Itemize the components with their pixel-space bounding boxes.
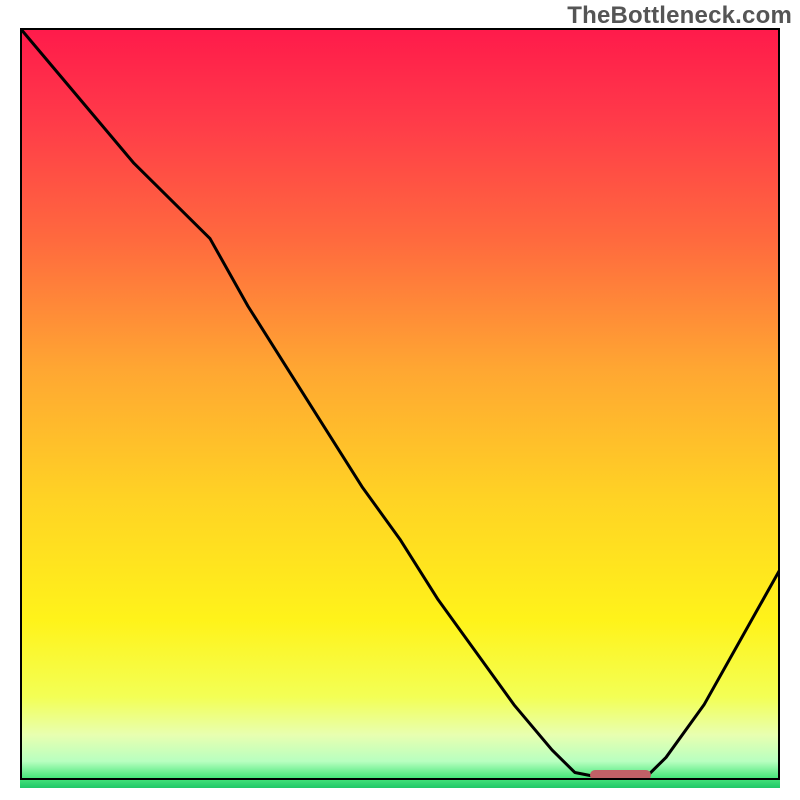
sweet-spot-marker bbox=[590, 770, 651, 780]
watermark-text: TheBottleneck.com bbox=[567, 2, 792, 30]
plot-area bbox=[20, 28, 780, 780]
chart-canvas: TheBottleneck.com bbox=[0, 0, 800, 800]
bottleneck-curve bbox=[20, 28, 780, 780]
curve-polyline bbox=[20, 28, 780, 780]
